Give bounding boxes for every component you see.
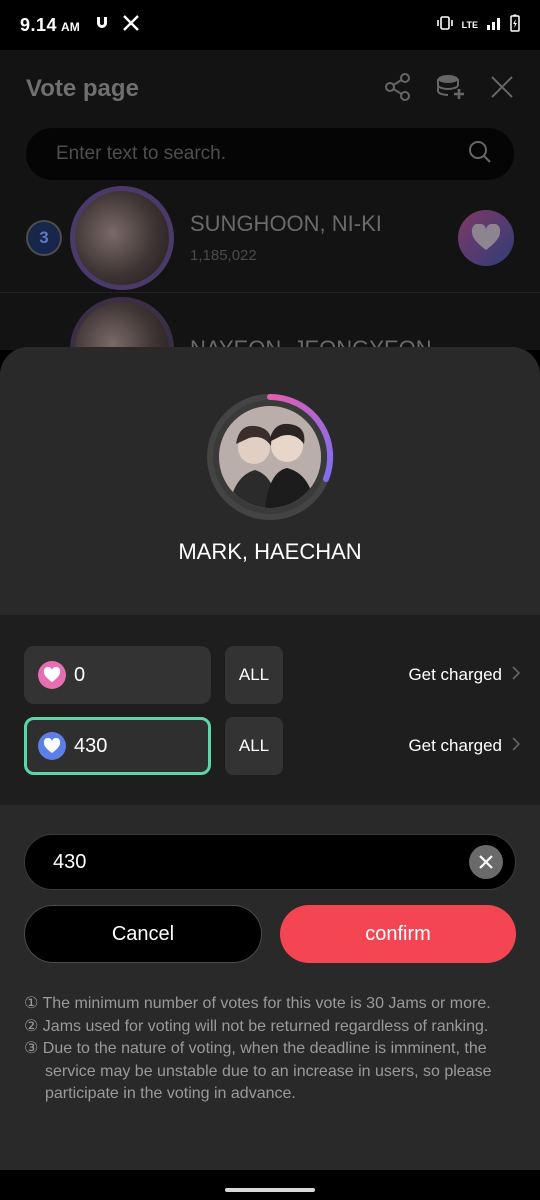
jam-row-blue: 430 ALL Get charged (24, 717, 521, 775)
lte-label: LTE (461, 20, 478, 30)
x-app-icon (122, 14, 140, 37)
vote-amount-input[interactable]: 430 (24, 834, 516, 890)
close-icon[interactable] (490, 75, 514, 104)
page-title: Vote page (26, 75, 139, 102)
search-input[interactable] (56, 143, 468, 165)
add-jam-icon[interactable] (436, 72, 466, 107)
note-item: ① The minimum number of votes for this v… (24, 995, 491, 1012)
ranking-row[interactable]: 3 SUNGHOON, NI-KI 1,185,022 (0, 183, 540, 293)
vote-bottom-sheet: MARK, HAECHAN 0 ALL Get charged 430 ALL … (0, 347, 540, 1200)
share-icon[interactable] (384, 72, 412, 107)
navigation-bar (0, 1170, 540, 1200)
search-bar[interactable] (26, 128, 514, 180)
heart-blue-icon (38, 732, 66, 760)
chevron-right-icon (512, 736, 521, 756)
blue-jam-value: 430 (74, 734, 108, 757)
candidate-header: MARK, HAECHAN (0, 347, 540, 615)
candidate-name: MARK, HAECHAN (178, 539, 362, 564)
rank-badge: 3 (26, 219, 62, 256)
pink-jam-field[interactable]: 0 (24, 646, 211, 704)
note-item: ③ Due to the nature of voting, when the … (24, 1040, 492, 1102)
clear-icon[interactable] (469, 845, 503, 879)
signal-icon (486, 16, 502, 35)
vote-heart-button[interactable] (458, 209, 514, 266)
candidate-photo (219, 406, 321, 508)
all-button[interactable]: ALL (225, 717, 283, 775)
chevron-right-icon (512, 665, 521, 685)
battery-icon (510, 14, 520, 37)
all-button[interactable]: ALL (225, 646, 283, 704)
note-item: ② Jams used for voting will not be retur… (24, 1017, 489, 1035)
magnet-icon (94, 15, 110, 36)
heart-pink-icon (38, 661, 66, 689)
status-bar: 9.14 AM LTE (0, 0, 540, 50)
action-buttons: Cancel confirm (24, 905, 516, 963)
clock-ampm: AM (61, 20, 80, 34)
candidate-avatar-ring (202, 389, 338, 525)
search-icon[interactable] (468, 140, 492, 169)
jam-selection-panel: 0 ALL Get charged 430 ALL Get charged (0, 615, 540, 805)
vote-count: 1,185,022 (190, 247, 257, 264)
get-charged-link[interactable]: Get charged (408, 665, 521, 685)
candidate-name: SUNGHOON, NI-KI (190, 211, 382, 236)
get-charged-label: Get charged (408, 665, 502, 684)
clock: 9.14 (20, 14, 58, 35)
vote-page-background: Vote page 3 SUNGHOON, NI-KI 1,185,022 (0, 50, 540, 401)
vibrate-icon (436, 15, 454, 36)
blue-jam-field[interactable]: 430 (24, 717, 211, 775)
home-handle[interactable] (225, 1188, 315, 1192)
vote-amount-value[interactable]: 430 (53, 851, 469, 874)
page-header: Vote page (0, 50, 540, 128)
cancel-button[interactable]: Cancel (24, 905, 262, 963)
confirm-button[interactable]: confirm (280, 905, 516, 963)
get-charged-label: Get charged (408, 736, 502, 755)
pink-jam-value: 0 (74, 663, 86, 686)
candidate-avatar (70, 185, 174, 290)
get-charged-link[interactable]: Get charged (408, 736, 521, 756)
jam-row-pink: 0 ALL Get charged (24, 646, 521, 704)
voting-notes: ① The minimum number of votes for this v… (24, 993, 520, 1106)
